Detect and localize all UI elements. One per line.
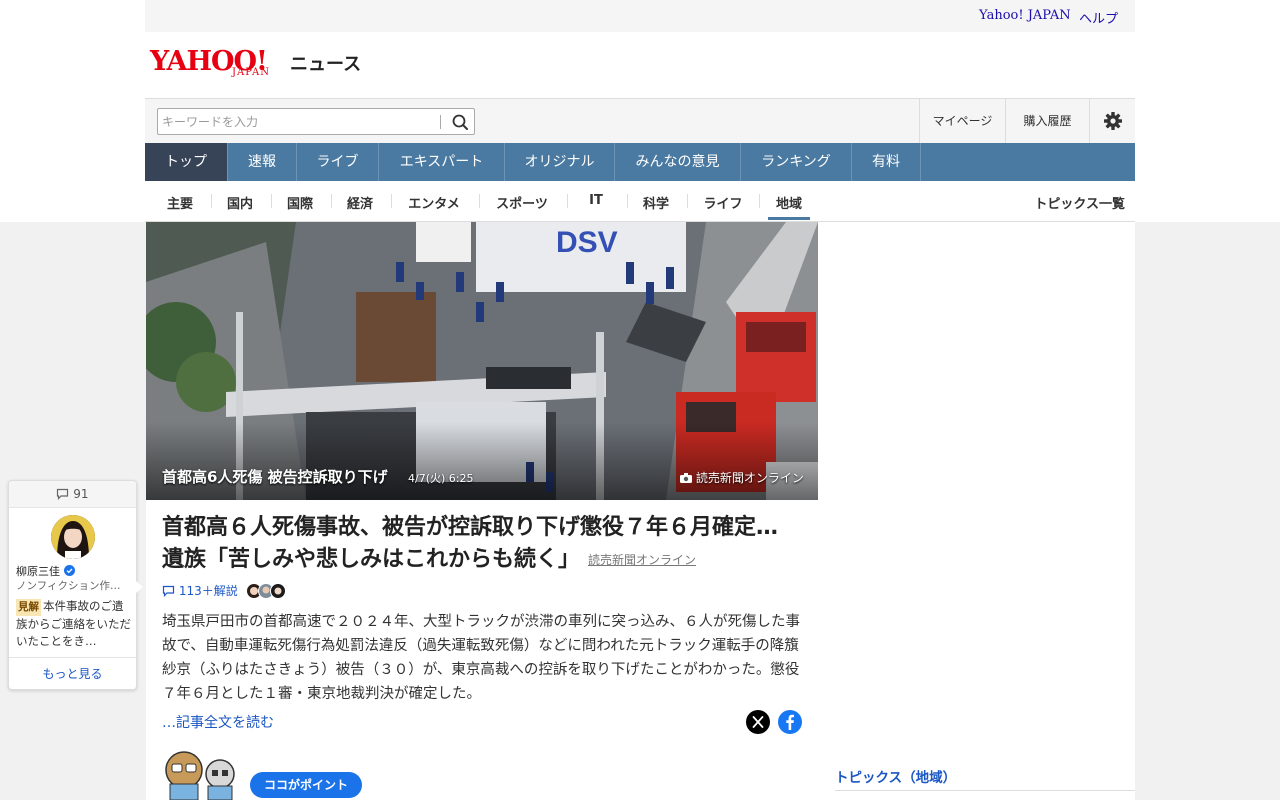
category-separator xyxy=(271,194,272,208)
topics-divider xyxy=(835,790,1135,791)
category-separator xyxy=(391,194,392,208)
category-navigation: 主要 国内 国際 経済 エンタメ スポーツ IT 科学 ライフ 地域 トピックス… xyxy=(145,181,1135,222)
nav-tab-paid[interactable]: 有料 xyxy=(852,143,921,181)
article-summary: 首都高６人死傷事故、被告が控訴取り下げ懲役７年６月確定…遺族「苦しみや悲しみはこ… xyxy=(146,500,818,800)
topics-list-link[interactable]: トピックス一覧 xyxy=(1015,193,1125,212)
read-full-article-link[interactable]: …記事全文を読む xyxy=(162,712,274,732)
help-link[interactable]: ヘルプ xyxy=(1079,8,1118,27)
yahoo-japan-link[interactable]: Yahoo! JAPAN xyxy=(979,8,1071,23)
category-tab-main[interactable]: 主要 xyxy=(159,193,201,212)
mascot-icon xyxy=(165,751,235,800)
category-tab-life[interactable]: ライフ xyxy=(695,193,751,212)
expert-name[interactable]: 柳原三佳 xyxy=(16,563,75,579)
main-navigation: トップ 速報 ライブ エキスパート オリジナル みんなの意見 ランキング 有料 xyxy=(145,143,1135,181)
category-tab-domestic[interactable]: 国内 xyxy=(219,193,261,212)
logo-news-text: ニュース xyxy=(290,54,362,75)
mypage-button[interactable]: マイページ xyxy=(919,99,1005,143)
avatar[interactable] xyxy=(51,515,95,559)
comments-link[interactable]: 113＋解説 xyxy=(162,582,294,599)
x-logo-icon xyxy=(752,716,764,728)
category-separator xyxy=(211,194,212,208)
nav-tab-opinions[interactable]: みんなの意見 xyxy=(615,143,741,181)
nav-tab-original[interactable]: オリジナル xyxy=(505,143,615,181)
expert-more-button[interactable]: もっと見る xyxy=(9,657,136,690)
comments-count: 113＋解説 xyxy=(178,584,238,598)
category-separator xyxy=(627,194,628,208)
expert-comment-count[interactable]: 91 xyxy=(9,481,136,508)
expert-comment-count-value: 91 xyxy=(73,487,89,501)
category-separator xyxy=(479,194,480,208)
share-facebook-button[interactable] xyxy=(778,710,802,734)
hero-source: 読売新聞オンライン xyxy=(680,469,804,486)
category-tab-entertainment[interactable]: エンタメ xyxy=(399,193,469,212)
logo-japan-text: JAPAN xyxy=(232,67,271,78)
accident-scene-photo: DSV xyxy=(146,222,818,500)
hero-image[interactable]: DSV 首都高6人死傷 被告控訴取り下げ 4/7(火) 6:25 読売新聞オンラ… xyxy=(146,222,818,500)
category-tab-science[interactable]: 科学 xyxy=(635,193,677,212)
share-x-button[interactable] xyxy=(746,710,770,734)
right-sidebar: トピックス（地域） xyxy=(818,222,1135,800)
article-headline[interactable]: 首都高６人死傷事故、被告が控訴取り下げ懲役７年６月確定…遺族「苦しみや悲しみはこ… xyxy=(162,512,792,576)
comment-icon xyxy=(57,488,69,500)
category-tab-economy[interactable]: 経済 xyxy=(339,193,381,212)
search-box xyxy=(157,108,475,135)
local-topics-heading[interactable]: トピックス（地域） xyxy=(835,766,956,786)
hero-source-label: 読売新聞オンライン xyxy=(695,471,804,485)
comment-icon xyxy=(162,585,175,597)
expert-avatars-icon xyxy=(245,583,286,599)
search-icon xyxy=(452,114,468,130)
search-row: マイページ 購入履歴 xyxy=(145,98,1135,143)
expert-opinion-badge: 見解 xyxy=(16,599,41,616)
category-separator xyxy=(567,194,568,208)
point-section-pill[interactable]: ココがポイント xyxy=(250,772,363,798)
nav-tab-breaking[interactable]: 速報 xyxy=(228,143,297,181)
verified-badge-icon xyxy=(63,565,75,576)
search-input[interactable] xyxy=(162,112,432,132)
expert-title: ノンフィクション作… xyxy=(16,580,121,592)
active-category-indicator xyxy=(768,217,810,220)
expert-comment-text[interactable]: 見解 本件事故のご遺族からご連絡をいただいたことをき… xyxy=(16,598,131,650)
expert-avatar-image xyxy=(51,515,95,559)
top-utility-bar: Yahoo! JAPAN ヘルプ xyxy=(145,0,1135,32)
nav-tab-top[interactable]: トップ xyxy=(145,143,228,181)
search-button[interactable] xyxy=(448,111,472,133)
facebook-logo-icon xyxy=(786,714,794,730)
nav-tab-live[interactable]: ライブ xyxy=(297,143,379,181)
expert-comment-card[interactable]: 91 柳原三佳 ノンフィクション作… 見解 本件事故のご遺族からご連絡をいただいた… xyxy=(8,480,143,690)
article-lead-text: 埼玉県戸田市の首都高速で２０２４年、大型トラックが渋滞の車列に突っ込み、６人が死… xyxy=(162,614,800,702)
category-separator xyxy=(331,194,332,208)
category-separator xyxy=(759,194,760,208)
card-pointer-arrow xyxy=(136,581,143,593)
purchase-history-button[interactable]: 購入履歴 xyxy=(1005,99,1089,143)
svg-text:DSV: DSV xyxy=(556,226,618,259)
article-source-link[interactable]: 読売新聞オンライン xyxy=(588,553,696,567)
settings-button[interactable] xyxy=(1089,99,1135,143)
category-tab-it[interactable]: IT xyxy=(575,193,617,208)
category-tab-local[interactable]: 地域 xyxy=(768,193,810,212)
yahoo-news-logo[interactable]: YAHOO! JAPAN ニュース xyxy=(150,46,370,82)
category-tab-sports[interactable]: スポーツ xyxy=(487,193,557,212)
nav-tab-expert[interactable]: エキスパート xyxy=(379,143,505,181)
expert-name-text: 柳原三佳 xyxy=(16,565,60,578)
gear-icon xyxy=(1103,112,1122,130)
search-separator xyxy=(440,115,441,129)
mascot-illustration xyxy=(162,748,242,800)
nav-tab-ranking[interactable]: ランキング xyxy=(741,143,852,181)
hero-date: 4/7(火) 6:25 xyxy=(408,472,474,485)
hero-caption[interactable]: 首都高6人死傷 被告控訴取り下げ xyxy=(162,466,388,487)
category-separator xyxy=(687,194,688,208)
category-tab-international[interactable]: 国際 xyxy=(279,193,321,212)
camera-icon xyxy=(680,473,692,483)
